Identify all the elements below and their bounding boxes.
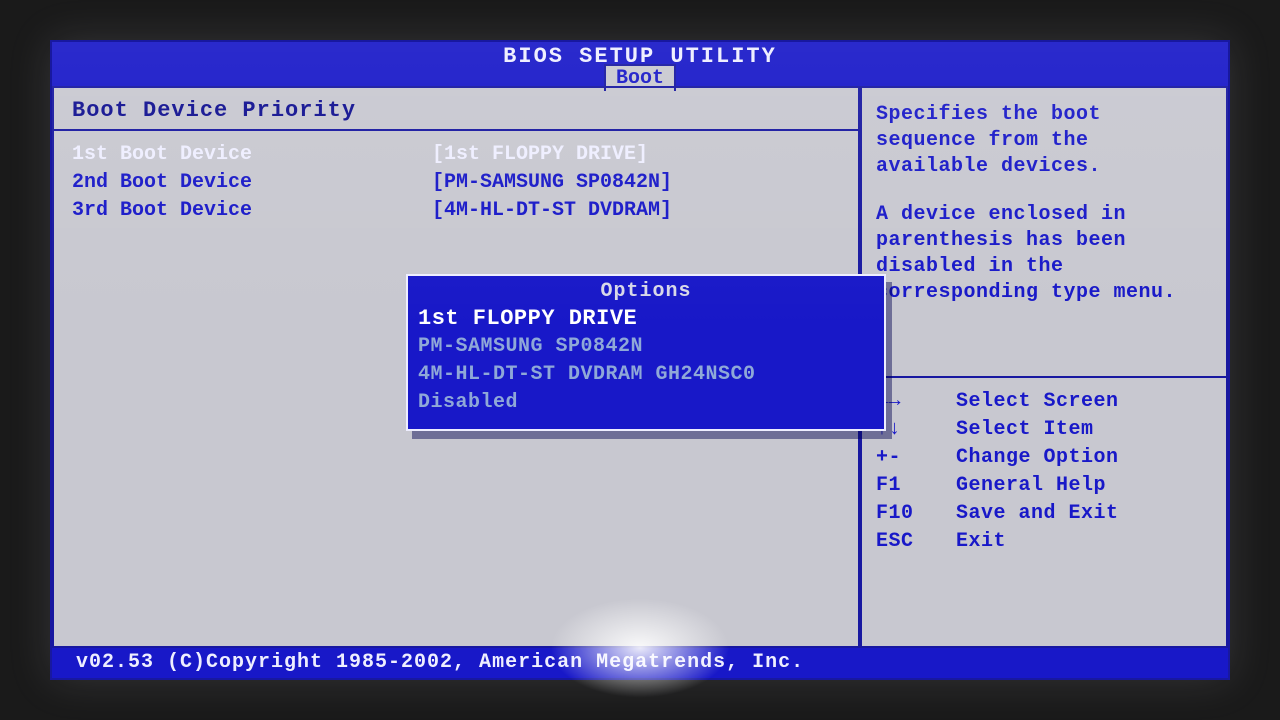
boot-row-3[interactable]: 3rd Boot Device [4M-HL-DT-ST DVDRAM] [72, 197, 842, 225]
hint-save-exit: F10Save and Exit [876, 500, 1210, 528]
option-item-4[interactable]: Disabled [418, 389, 874, 417]
boot-row-value: [4M-HL-DT-ST DVDRAM] [432, 197, 842, 225]
hint-select-item: ↑↓Select Item [876, 416, 1210, 444]
footer-text: v02.53 (C)Copyright 1985-2002, American … [76, 651, 804, 674]
bios-screen: BIOS SETUP UTILITY Boot Boot Device Prio… [50, 40, 1230, 680]
hint-select-screen: ←→Select Screen [876, 388, 1210, 416]
help-panel: Specifies the boot sequence from the ava… [858, 86, 1228, 648]
boot-row-value: [1st FLOPPY DRIVE] [432, 141, 842, 169]
help-paragraph-2: A device enclosed in parenthesis has bee… [876, 202, 1210, 306]
key-hints: ←→Select Screen ↑↓Select Item +-Change O… [876, 388, 1210, 556]
boot-row-label: 1st Boot Device [72, 141, 432, 169]
boot-row-label: 3rd Boot Device [72, 197, 432, 225]
boot-row-value: [PM-SAMSUNG SP0842N] [432, 169, 842, 197]
option-item-2[interactable]: PM-SAMSUNG SP0842N [418, 333, 874, 361]
option-item-3[interactable]: 4M-HL-DT-ST DVDRAM GH24NSC0 [418, 361, 874, 389]
boot-row-2[interactable]: 2nd Boot Device [PM-SAMSUNG SP0842N] [72, 169, 842, 197]
hint-change-option: +-Change Option [876, 444, 1210, 472]
options-popup: Options 1st FLOPPY DRIVE PM-SAMSUNG SP08… [406, 274, 886, 431]
boot-rows: 1st Boot Device [1st FLOPPY DRIVE] 2nd B… [72, 141, 842, 225]
help-paragraph-1: Specifies the boot sequence from the ava… [876, 102, 1210, 180]
help-divider [860, 376, 1226, 378]
footer-bar: v02.53 (C)Copyright 1985-2002, American … [52, 648, 1228, 678]
options-list: 1st FLOPPY DRIVE PM-SAMSUNG SP0842N 4M-H… [408, 305, 884, 417]
boot-row-1[interactable]: 1st Boot Device [1st FLOPPY DRIVE] [72, 141, 842, 169]
boot-row-label: 2nd Boot Device [72, 169, 432, 197]
hint-exit: ESCExit [876, 528, 1210, 556]
option-item-1[interactable]: 1st FLOPPY DRIVE [418, 305, 874, 333]
help-text: Specifies the boot sequence from the ava… [876, 102, 1210, 306]
section-title: Boot Device Priority [72, 98, 842, 123]
options-popup-title: Options [408, 276, 884, 305]
section-divider [54, 129, 860, 131]
hint-general-help: F1General Help [876, 472, 1210, 500]
